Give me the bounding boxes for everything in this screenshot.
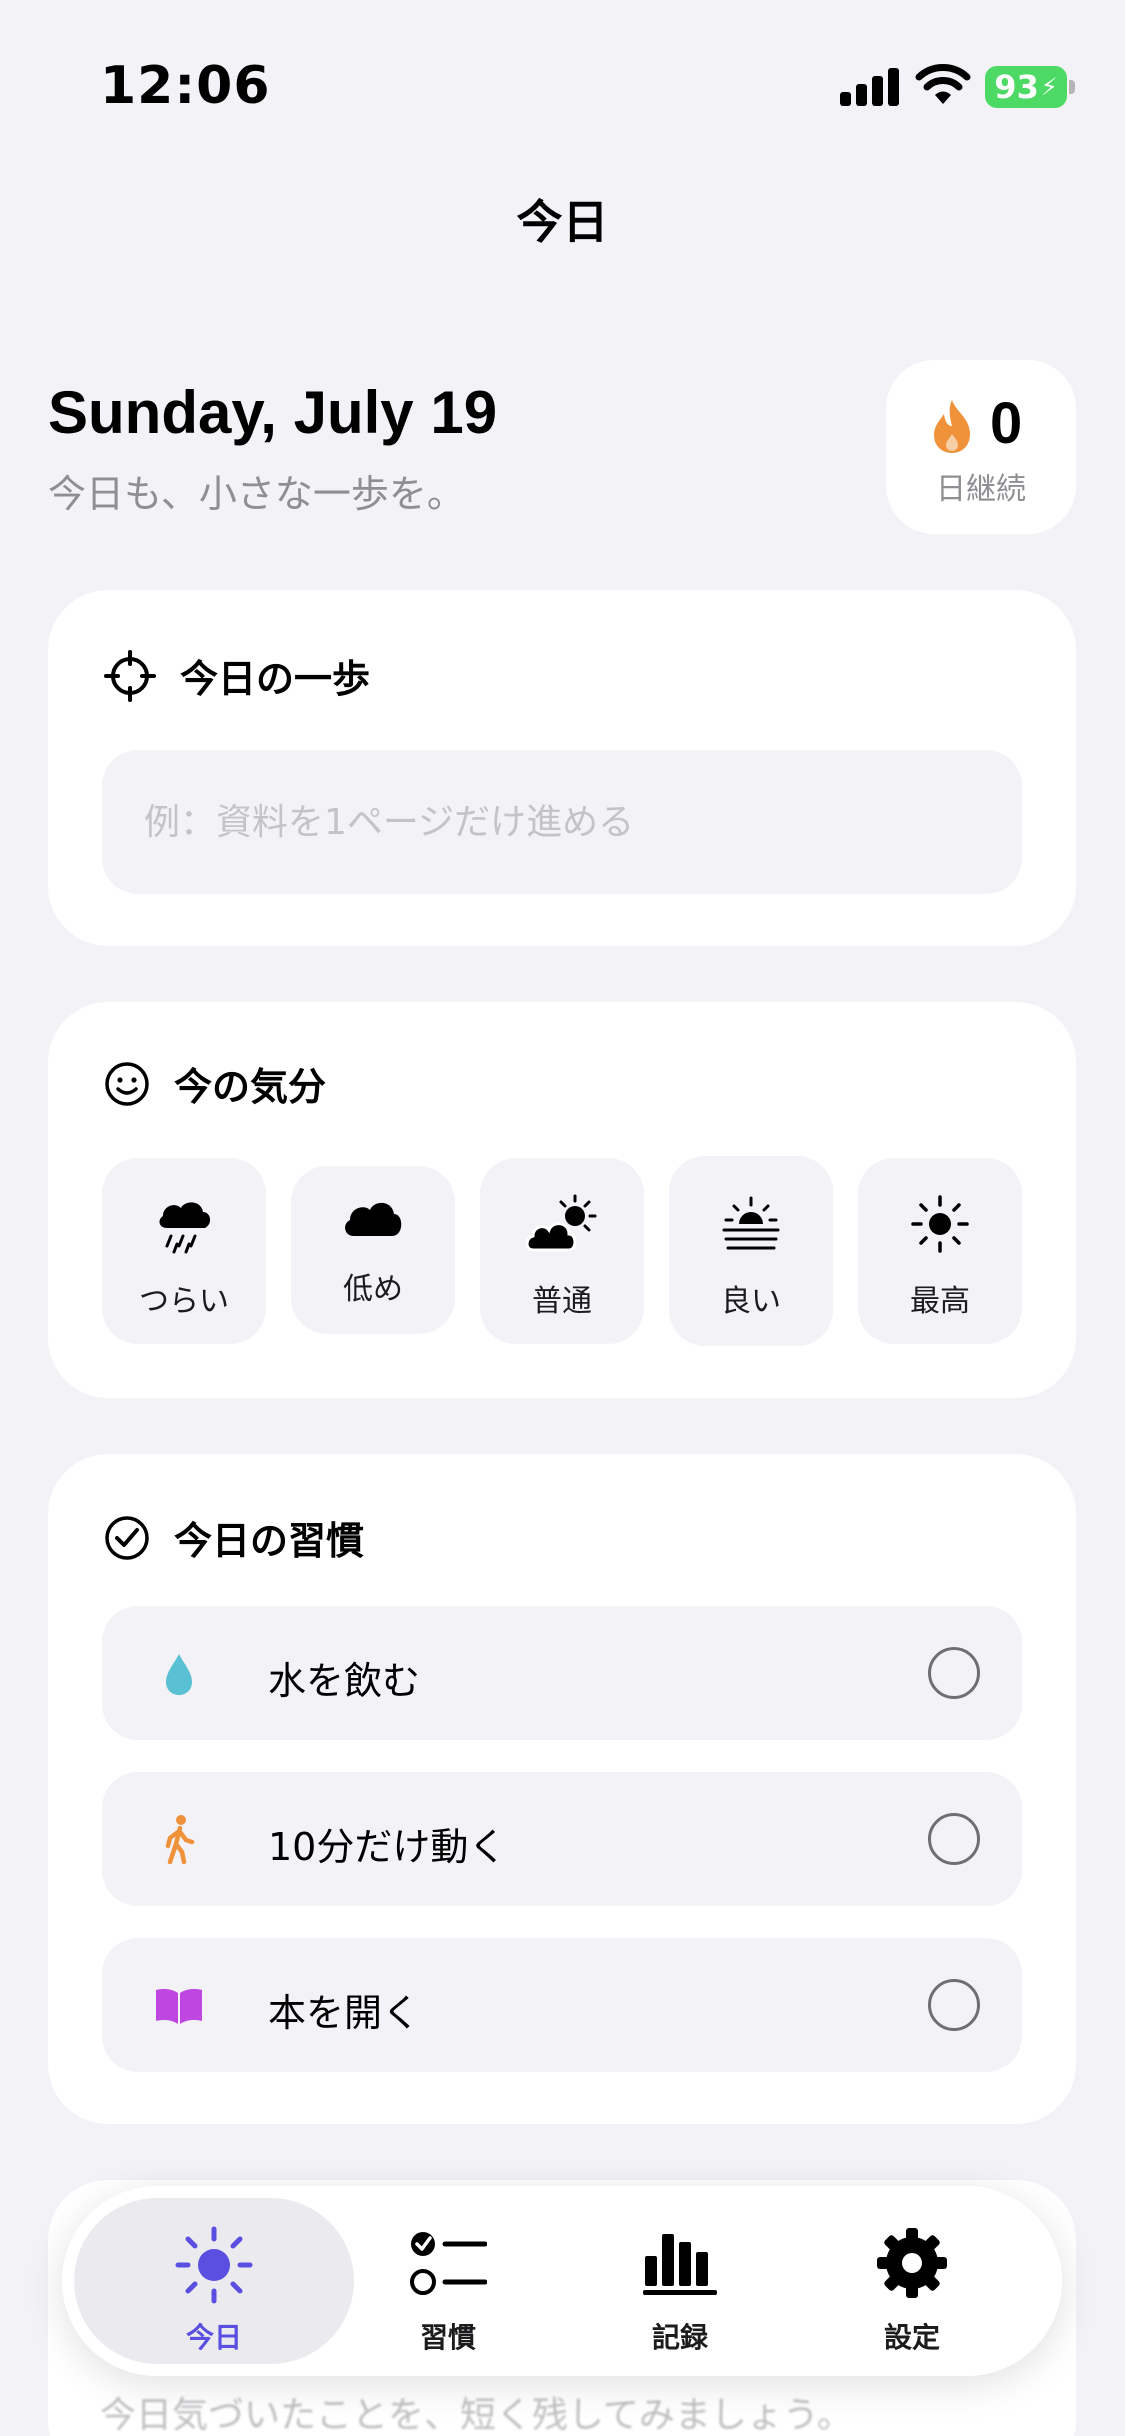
tab-settings[interactable]: 設定 bbox=[772, 2198, 1052, 2364]
mood-option-label: 普通 bbox=[532, 1284, 592, 1319]
battery-icon: 93 ⚡ bbox=[985, 66, 1067, 108]
mood-option-hikume[interactable]: 低め bbox=[291, 1166, 455, 1334]
mood-option-label: つらい bbox=[139, 1284, 229, 1319]
mood-options: つらい 低め 普通 良い 最高 bbox=[102, 1154, 1024, 1346]
mood-option-yoi[interactable]: 良い bbox=[669, 1156, 833, 1346]
walking-icon bbox=[165, 1815, 195, 1864]
mood-option-label: 最高 bbox=[910, 1284, 970, 1319]
mood-option-saikou[interactable]: 最高 bbox=[858, 1158, 1022, 1344]
notes-hint: 今日気づいたことを、短く残してみましょう。 bbox=[100, 2395, 853, 2436]
mood-option-tsurai[interactable]: つらい bbox=[102, 1158, 266, 1344]
mood-option-futsuu[interactable]: 普通 bbox=[480, 1158, 644, 1344]
streak-count: 0 bbox=[990, 391, 1023, 456]
header-subtitle: 今日も、小さな一歩を。 bbox=[48, 472, 465, 516]
habit-row[interactable]: 本を開く bbox=[102, 1938, 1022, 2072]
checkmark-circle-icon bbox=[105, 1515, 149, 1560]
water-drop-icon bbox=[166, 1654, 192, 1695]
mood-option-label: 低め bbox=[343, 1272, 403, 1307]
date-heading: Sunday, July 19 bbox=[48, 379, 498, 446]
battery-tip bbox=[1069, 80, 1075, 94]
mood-card-header: 今の気分 bbox=[104, 1056, 326, 1111]
wifi-icon bbox=[915, 64, 971, 104]
habit-checkbox[interactable] bbox=[928, 1979, 980, 2031]
habits-card: 今日の習慣 水を飲む 10分だけ動く 本を開く bbox=[48, 1454, 1076, 2124]
tab-label: 設定 bbox=[883, 2321, 940, 2354]
cloud-sun-icon bbox=[525, 1194, 597, 1252]
step-card-title: 今日の一歩 bbox=[180, 657, 371, 701]
flame-icon bbox=[934, 400, 970, 453]
book-icon bbox=[156, 1989, 202, 2024]
habit-row[interactable]: 10分だけ動く bbox=[102, 1772, 1022, 1906]
tab-bar: 今日 習慣 記録 設定 bbox=[62, 2186, 1062, 2376]
mood-option-label: 良い bbox=[721, 1284, 781, 1319]
step-card-header: 今日の一歩 bbox=[104, 648, 370, 703]
cellular-signal-icon bbox=[840, 66, 900, 106]
mood-card-title: 今の気分 bbox=[174, 1065, 327, 1109]
checklist-icon bbox=[410, 2232, 487, 2295]
habits-card-title: 今日の習慣 bbox=[174, 1519, 365, 1563]
cloud-rain-icon bbox=[159, 1202, 211, 1254]
habit-row[interactable]: 水を飲む bbox=[102, 1606, 1022, 1740]
chart-icon bbox=[643, 2234, 717, 2295]
streak-card: 0 日継続 bbox=[886, 360, 1076, 534]
target-icon bbox=[104, 649, 156, 702]
habit-label: 本を開く bbox=[268, 1991, 421, 2035]
status-time: 12:06 bbox=[100, 56, 271, 116]
gear-icon bbox=[877, 2228, 947, 2298]
sun-icon bbox=[911, 1195, 969, 1253]
habit-checkbox[interactable] bbox=[928, 1647, 980, 1699]
sun-icon bbox=[175, 2226, 253, 2304]
status-bar: 12:06 93 ⚡ bbox=[0, 0, 1125, 140]
battery-level: 93 bbox=[994, 68, 1039, 106]
today-step-input[interactable] bbox=[102, 750, 1022, 894]
mood-card: 今の気分 つらい 低め 普通 良い 最高 bbox=[48, 1002, 1076, 1398]
cloud-icon bbox=[345, 1202, 402, 1236]
habit-checkbox[interactable] bbox=[928, 1813, 980, 1865]
sunrise-icon bbox=[722, 1196, 780, 1250]
today-step-card: 今日の一歩 bbox=[48, 590, 1076, 946]
smiley-icon bbox=[105, 1061, 149, 1106]
habit-label: 10分だけ動く bbox=[268, 1825, 507, 1869]
habits-card-header: 今日の習慣 bbox=[104, 1510, 364, 1565]
nav-title: 今日 bbox=[516, 195, 609, 249]
streak-label: 日継続 bbox=[936, 472, 1026, 507]
habit-label: 水を飲む bbox=[268, 1659, 421, 1703]
